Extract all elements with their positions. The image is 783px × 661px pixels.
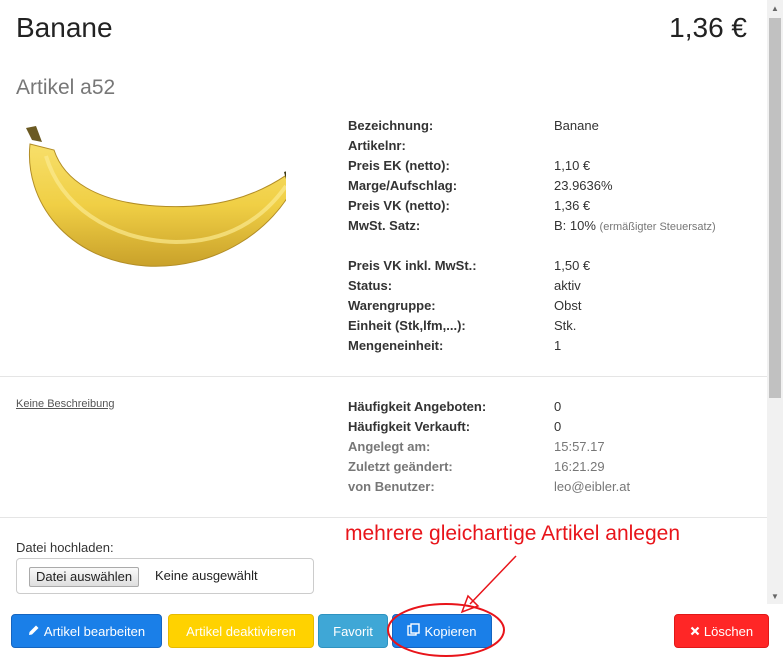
detail-label: Warengruppe: <box>348 298 436 313</box>
annotation-text: mehrere gleichartige Artikel anlegen <box>345 522 681 545</box>
stats-table: Häufigkeit Angeboten: 0 Häufigkeit Verka… <box>348 397 754 497</box>
scroll-thumb[interactable] <box>769 18 781 398</box>
detail-value: Banane <box>554 118 599 133</box>
detail-label: Bezeichnung: <box>348 118 434 133</box>
detail-label: Preis VK (netto): <box>348 198 450 213</box>
detail-value: 1 <box>554 338 562 353</box>
stat-value: 0 <box>554 419 562 434</box>
stat-row: Häufigkeit Verkauft: 0 <box>348 417 754 437</box>
edit-article-button[interactable]: Artikel bearbeiten <box>11 614 162 648</box>
stat-label: Häufigkeit Angeboten: <box>348 399 487 414</box>
detail-row: Einheit (Stk,lfm,...): Stk. <box>348 316 754 336</box>
divider <box>0 376 767 377</box>
detail-row: Bezeichnung: Banane <box>348 116 754 136</box>
vat-rate: B: 10% <box>554 218 596 233</box>
stat-row: Häufigkeit Angeboten: 0 <box>348 397 754 417</box>
scroll-down-icon[interactable]: ▼ <box>767 588 783 604</box>
copy-button[interactable]: Kopieren <box>392 614 492 648</box>
article-subtitle: Artikel a52 <box>16 76 116 99</box>
stat-row: Zuletzt geändert: 16:21.29 <box>348 457 754 477</box>
stat-value: 15:57.17 <box>554 439 605 454</box>
detail-value: aktiv <box>554 278 581 293</box>
detail-value: B: 10% (ermäßigter Steuersatz) <box>554 216 754 256</box>
detail-label: Artikelnr: <box>348 138 406 153</box>
detail-value: 1,50 € <box>554 258 591 273</box>
detail-value: 1,10 € <box>554 158 591 173</box>
copy-icon <box>407 623 421 639</box>
close-icon <box>690 624 700 639</box>
file-status: Keine ausgewählt <box>155 568 258 583</box>
article-modal: Banane 1,36 € Artikel a52 Bezeichnung: B… <box>0 0 769 661</box>
file-upload-field[interactable]: Datei auswählen Keine ausgewählt <box>16 558 314 594</box>
detail-row: Preis VK (netto): 1,36 € <box>348 196 754 216</box>
stat-row: von Benutzer: leo@eibler.at <box>348 477 754 497</box>
scrollbar[interactable]: ▲ ▼ <box>767 0 783 604</box>
detail-label: Mengeneinheit: <box>348 338 444 353</box>
detail-value <box>554 136 754 156</box>
choose-file-button[interactable]: Datei auswählen <box>29 567 140 587</box>
product-image <box>26 126 286 267</box>
detail-row: Preis VK inkl. MwSt.: 1,50 € <box>348 256 754 276</box>
detail-label: Status: <box>348 278 393 293</box>
stat-row: Angelegt am: 15:57.17 <box>348 437 754 457</box>
stat-label: Zuletzt geändert: <box>348 459 453 474</box>
detail-row: Mengeneinheit: 1 <box>348 336 754 356</box>
edit-article-label: Artikel bearbeiten <box>43 623 146 639</box>
detail-label: Preis VK inkl. MwSt.: <box>348 258 477 273</box>
stat-label: von Benutzer: <box>348 479 435 494</box>
favorite-button[interactable]: Favorit <box>318 614 388 648</box>
detail-label: Einheit (Stk,lfm,...): <box>348 318 466 333</box>
detail-row: Marge/Aufschlag: 23.9636% <box>348 176 754 196</box>
stat-label: Häufigkeit Verkauft: <box>348 419 471 434</box>
upload-label: Datei hochladen: <box>16 540 114 555</box>
scroll-up-icon[interactable]: ▲ <box>767 0 783 16</box>
detail-row: Warengruppe: Obst <box>348 296 754 316</box>
copy-label: Kopieren <box>424 623 477 639</box>
detail-row: Status: aktiv <box>348 276 754 296</box>
divider <box>0 517 767 518</box>
detail-label: Marge/Aufschlag: <box>348 178 458 193</box>
stat-value: 0 <box>554 399 562 414</box>
detail-row: MwSt. Satz: B: 10% (ermäßigter Steuersat… <box>348 216 754 256</box>
detail-row: Preis EK (netto): 1,10 € <box>348 156 754 176</box>
details-table: Bezeichnung: Banane Artikelnr: Preis EK … <box>348 116 754 356</box>
stat-label: Angelegt am: <box>348 439 431 454</box>
vat-note: (ermäßigter Steuersatz) <box>599 221 716 233</box>
detail-value: Obst <box>554 298 582 313</box>
deactivate-article-button[interactable]: Artikel deaktivieren <box>168 614 314 648</box>
delete-label: Löschen <box>703 623 754 639</box>
detail-value: 23.9636% <box>554 178 613 193</box>
detail-row: Artikelnr: <box>348 136 754 156</box>
detail-label: Preis EK (netto): <box>348 158 450 173</box>
page-title: Banane <box>16 12 113 43</box>
description-link[interactable]: Keine Beschreibung <box>16 398 114 410</box>
detail-value: Stk. <box>554 318 577 333</box>
price-display: 1,36 € <box>669 12 747 43</box>
delete-button[interactable]: Löschen <box>674 614 769 648</box>
stat-value: 16:21.29 <box>554 459 605 474</box>
annotation-arrow <box>469 555 517 605</box>
pencil-icon <box>28 624 40 639</box>
annotation-arrowhead <box>460 594 480 614</box>
detail-label: MwSt. Satz: <box>348 218 421 233</box>
detail-value: 1,36 € <box>554 198 591 213</box>
stat-value: leo@eibler.at <box>554 479 631 494</box>
